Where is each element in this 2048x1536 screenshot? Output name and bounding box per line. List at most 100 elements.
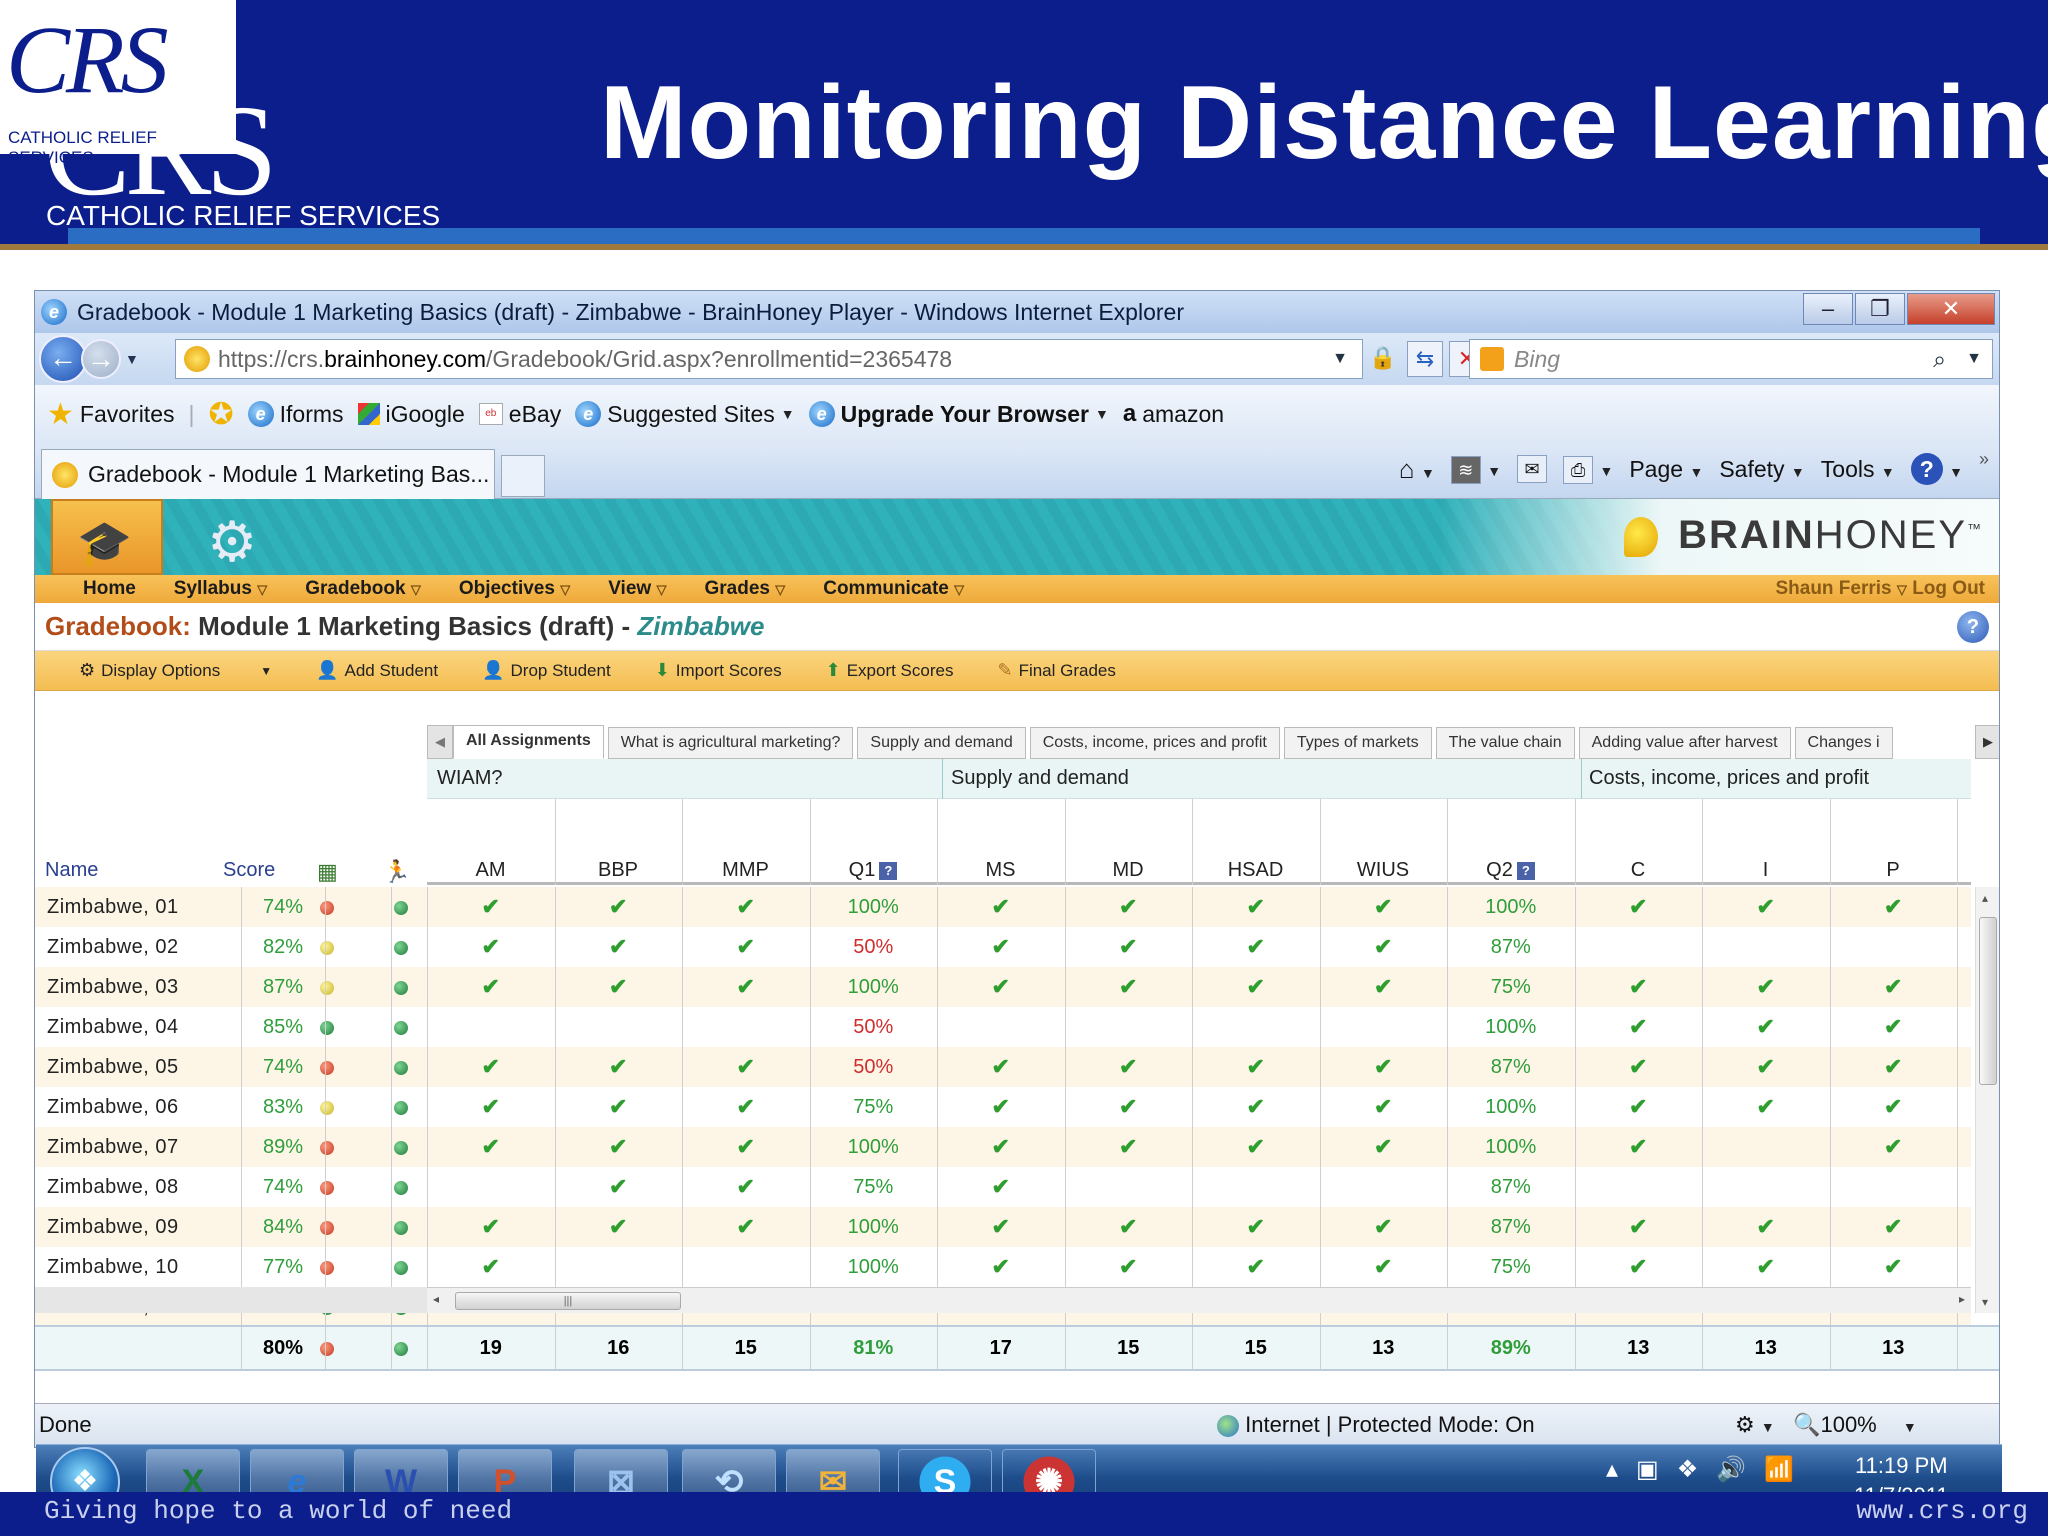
- grade-cell[interactable]: ✔: [937, 887, 1065, 927]
- grade-cell[interactable]: [555, 1007, 683, 1047]
- display-options-button[interactable]: ⚙ Display Options ▼: [79, 660, 272, 681]
- grade-cell[interactable]: 100%: [1447, 887, 1575, 927]
- assignment-tab[interactable]: Adding value after harvest: [1578, 727, 1791, 759]
- search-dropdown-icon[interactable]: ▼: [1966, 340, 1982, 378]
- grade-cell[interactable]: [427, 1007, 555, 1047]
- grade-cell[interactable]: [937, 1007, 1065, 1047]
- quiz-info-icon[interactable]: ?: [879, 861, 898, 880]
- item-header-c[interactable]: C: [1575, 859, 1702, 882]
- quiz-info-icon[interactable]: ?: [1516, 861, 1535, 880]
- home-button[interactable]: ⌂ ▼: [1399, 454, 1435, 485]
- grade-cell[interactable]: ✔: [1320, 1127, 1448, 1167]
- dropbox-icon[interactable]: ❖: [1677, 1455, 1699, 1484]
- grade-cell[interactable]: [1192, 1007, 1320, 1047]
- assignment-tab[interactable]: Costs, income, prices and profit: [1029, 727, 1280, 759]
- grade-cell[interactable]: 75%: [810, 1087, 938, 1127]
- menu-communicate[interactable]: Communicate ▽: [823, 578, 964, 600]
- item-header-i[interactable]: I: [1702, 859, 1829, 882]
- grade-cell[interactable]: 87%: [1447, 1207, 1575, 1247]
- menu-home[interactable]: Home: [83, 578, 136, 600]
- grade-cell[interactable]: [1320, 1007, 1448, 1047]
- refresh-icon[interactable]: ⇆: [1407, 341, 1443, 377]
- grade-cell[interactable]: ✔: [555, 1047, 683, 1087]
- fav-link-ebay[interactable]: eb eBay: [478, 401, 561, 428]
- grade-cell[interactable]: ✔: [1830, 1207, 1958, 1247]
- table-row[interactable]: Zimbabwe, 05 74% ✔ ✔ ✔ 50% ✔ ✔ ✔ ✔ 87% ✔ ✔ ✔: [35, 1047, 1971, 1087]
- assignment-tab[interactable]: The value chain: [1435, 727, 1575, 759]
- column-header-name[interactable]: Name: [45, 859, 98, 882]
- fav-link-suggested-sites[interactable]: e Suggested Sites ▼: [575, 401, 795, 428]
- table-row[interactable]: Zimbabwe, 10 77% ✔ 100% ✔ ✔ ✔ ✔ 75% ✔ ✔ ✔: [35, 1247, 1971, 1287]
- grade-cell[interactable]: ✔: [1065, 1087, 1193, 1127]
- grade-cell[interactable]: [1830, 1167, 1958, 1207]
- student-name[interactable]: Zimbabwe, 03: [47, 967, 237, 1007]
- grade-cell[interactable]: ✔: [1702, 1087, 1830, 1127]
- assignment-tab[interactable]: Changes i: [1794, 727, 1893, 759]
- security-zone[interactable]: Internet | Protected Mode: On: [1217, 1412, 1535, 1438]
- grade-cell[interactable]: ✔: [682, 1087, 810, 1127]
- assignment-tab[interactable]: Supply and demand: [857, 727, 1026, 759]
- back-button[interactable]: ←: [39, 335, 87, 383]
- grade-cell[interactable]: ✔: [682, 1127, 810, 1167]
- horizontal-scroll-thumb[interactable]: |||: [455, 1292, 681, 1310]
- grade-cell[interactable]: ✔: [1065, 1207, 1193, 1247]
- drop-student-button[interactable]: 👤 Drop Student: [482, 660, 611, 681]
- grade-cell[interactable]: ✔: [1320, 927, 1448, 967]
- grade-cell[interactable]: ✔: [1830, 967, 1958, 1007]
- grade-cell[interactable]: ✔: [1192, 927, 1320, 967]
- grade-cell[interactable]: ✔: [1830, 1087, 1958, 1127]
- volume-icon[interactable]: 🔊: [1716, 1455, 1746, 1484]
- table-row[interactable]: Zimbabwe, 04 85% 50% 100% ✔ ✔ ✔: [35, 1007, 1971, 1047]
- grade-cell[interactable]: ✔: [682, 1167, 810, 1207]
- grade-cell[interactable]: [1575, 927, 1703, 967]
- scroll-down-icon[interactable]: ▾: [1982, 1295, 1988, 1309]
- table-row[interactable]: Zimbabwe, 02 82% ✔ ✔ ✔ 50% ✔ ✔ ✔ ✔ 87%: [35, 927, 1971, 967]
- new-tab-button[interactable]: [501, 455, 545, 497]
- item-header-q1[interactable]: Q1?: [810, 859, 937, 882]
- browser-tab-active[interactable]: Gradebook - Module 1 Marketing Bas...: [41, 449, 495, 499]
- grade-cell[interactable]: 75%: [810, 1167, 938, 1207]
- grade-cell[interactable]: ✔: [1702, 1247, 1830, 1287]
- grade-cell[interactable]: ✔: [682, 1047, 810, 1087]
- grade-cell[interactable]: ✔: [1320, 1047, 1448, 1087]
- grade-cell[interactable]: ✔: [1320, 1207, 1448, 1247]
- network-signal-icon[interactable]: 📶: [1764, 1455, 1794, 1484]
- logout-link[interactable]: Log Out: [1912, 578, 1985, 599]
- grade-cell[interactable]: [1065, 1167, 1193, 1207]
- grade-cell[interactable]: ✔: [1830, 1007, 1958, 1047]
- grade-cell[interactable]: [1702, 927, 1830, 967]
- fav-link-iforms[interactable]: e Iforms: [247, 401, 344, 428]
- grade-cell[interactable]: [682, 1247, 810, 1287]
- item-header-md[interactable]: MD: [1065, 859, 1192, 882]
- grade-cell[interactable]: ✔: [427, 1207, 555, 1247]
- safety-menu[interactable]: Safety ▼: [1719, 456, 1804, 483]
- grade-cell[interactable]: ✔: [1192, 1047, 1320, 1087]
- grade-cell[interactable]: ✔: [555, 1207, 683, 1247]
- grade-cell[interactable]: [1702, 1127, 1830, 1167]
- grade-cell[interactable]: ✔: [1320, 887, 1448, 927]
- grade-cell[interactable]: ✔: [1575, 1247, 1703, 1287]
- grade-cell[interactable]: ✔: [937, 1127, 1065, 1167]
- scroll-up-icon[interactable]: ▴: [1982, 891, 1988, 905]
- student-name[interactable]: Zimbabwe, 08: [47, 1167, 237, 1207]
- table-row[interactable]: Zimbabwe, 03 87% ✔ ✔ ✔ 100% ✔ ✔ ✔ ✔ 75% ✔ ✔ ✔: [35, 967, 1971, 1007]
- grade-cell[interactable]: 87%: [1447, 1167, 1575, 1207]
- menu-objectives[interactable]: Objectives ▽: [459, 578, 570, 600]
- grade-cell[interactable]: 87%: [1447, 1047, 1575, 1087]
- grade-cell[interactable]: ✔: [937, 1207, 1065, 1247]
- table-row[interactable]: Zimbabwe, 06 83% ✔ ✔ ✔ 75% ✔ ✔ ✔ ✔ 100% ✔ ✔ ✔: [35, 1087, 1971, 1127]
- grade-cell[interactable]: ✔: [1575, 1207, 1703, 1247]
- scroll-right-icon[interactable]: ▸: [1959, 1292, 1965, 1306]
- item-header-q2[interactable]: Q2?: [1447, 859, 1574, 882]
- final-grades-button[interactable]: ✎ Final Grades: [997, 660, 1115, 681]
- tabs-scroll-right-icon[interactable]: ▶: [1975, 725, 1999, 759]
- table-row[interactable]: Zimbabwe, 07 89% ✔ ✔ ✔ 100% ✔ ✔ ✔ ✔ 100% ✔ ✔: [35, 1127, 1971, 1167]
- grade-cell[interactable]: 50%: [810, 927, 938, 967]
- grade-cell[interactable]: ✔: [937, 1047, 1065, 1087]
- grade-cell[interactable]: ✔: [937, 1087, 1065, 1127]
- column-header-score[interactable]: Score: [223, 859, 275, 882]
- grade-cell[interactable]: ✔: [1575, 1007, 1703, 1047]
- grade-cell[interactable]: ✔: [1830, 1127, 1958, 1167]
- grade-cell[interactable]: ✔: [1830, 1247, 1958, 1287]
- favorites-button[interactable]: ★ Favorites: [47, 397, 175, 432]
